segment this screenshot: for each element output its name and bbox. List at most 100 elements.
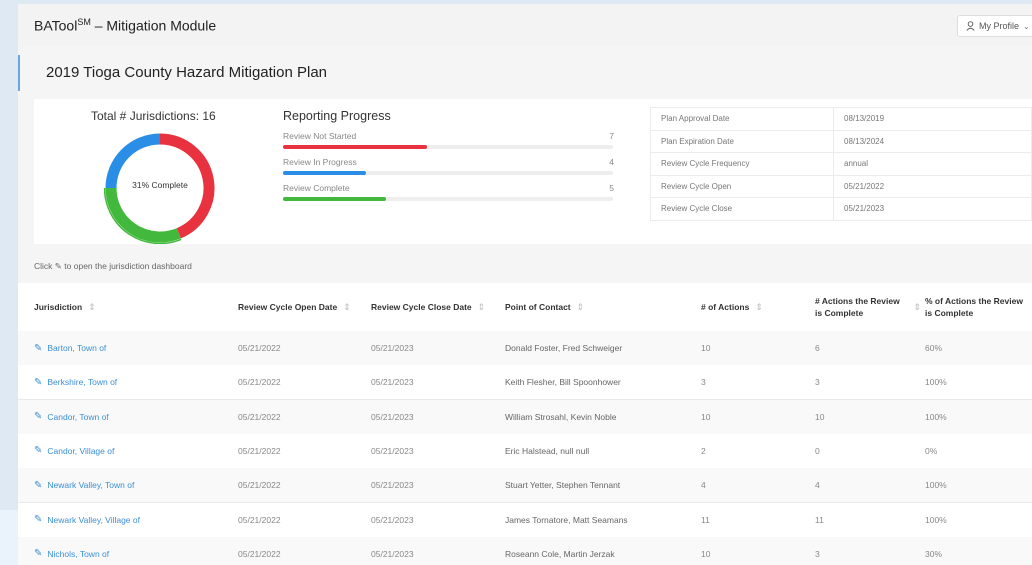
col-num-actions[interactable]: # of Actions ⇕ [701, 283, 801, 331]
pencil-icon: ✎ [54, 261, 62, 271]
my-profile-button[interactable]: My Profile ⌄ [957, 15, 1032, 37]
num-actions-text: 4 [701, 480, 706, 491]
pencil-icon[interactable]: ✎ [34, 377, 42, 388]
table-header: Jurisdiction ⇕ Review Cycle Open Date ⇕ Re… [18, 283, 1032, 332]
actions-complete-text: 4 [815, 480, 820, 491]
col-pct-complete[interactable]: % of Actions the Review is Complete [925, 283, 1025, 331]
jurisdiction-link[interactable]: ✎ Berkshire, Town of [34, 365, 117, 399]
point-of-contact-text: Roseann Cole, Martin Jerzak [505, 548, 615, 559]
jurisdiction-link-text: Newark Valley, Town of [47, 480, 135, 491]
pct-complete: 100% [925, 365, 947, 399]
review-close-date: 05/21/2023 [371, 331, 414, 365]
col-point-of-contact[interactable]: Point of Contact ⇕ [505, 283, 675, 331]
pct-complete: 100% [925, 468, 947, 502]
my-profile-label: My Profile [979, 21, 1020, 31]
actions-complete: 3 [815, 537, 820, 565]
point-of-contact-text: Keith Flesher, Bill Spoonhower [505, 377, 621, 388]
review-close-date-text: 05/21/2023 [371, 377, 414, 388]
num-actions: 10 [701, 400, 710, 434]
background-edge [0, 510, 18, 565]
actions-complete: 11 [815, 503, 824, 537]
pct-complete-text: 0% [925, 445, 938, 456]
actions-complete-text: 10 [815, 411, 825, 422]
col-review-open[interactable]: Review Cycle Open Date ⇕ [238, 283, 368, 331]
review-close-date-text: 05/21/2023 [371, 343, 414, 353]
plan-info-value: 08/13/2019 [833, 107, 1032, 131]
sort-icon: ⇕ [88, 302, 96, 312]
jurisdiction-link-text: Newark Valley, Village of [47, 514, 140, 525]
review-open-date-text: 05/21/2022 [238, 445, 281, 456]
pencil-icon[interactable]: ✎ [34, 480, 42, 491]
pencil-icon[interactable]: ✎ [34, 343, 42, 354]
num-actions: 10 [701, 331, 710, 365]
jurisdiction-link-text: Candor, Village of [47, 445, 115, 456]
progress-track [283, 171, 613, 175]
plan-info-key: Review Cycle Open [650, 175, 834, 198]
jurisdiction-link[interactable]: ✎ Newark Valley, Village of [34, 503, 140, 537]
progress-label: Review Complete [283, 183, 350, 193]
pct-complete-text: 100% [925, 514, 947, 525]
review-close-date-text: 05/21/2023 [371, 411, 414, 422]
app-title: BAToolSM – Mitigation Module [34, 17, 217, 34]
donut-segment [105, 187, 181, 243]
pct-complete: 30% [925, 537, 942, 565]
plan-info-value: 05/21/2022 [833, 175, 1032, 198]
review-close-date-text: 05/21/2023 [371, 548, 414, 559]
accent-line [18, 55, 20, 91]
pct-complete: 60% [925, 331, 942, 365]
jurisdiction-link[interactable]: ✎ Barton, Town of [34, 331, 106, 365]
review-open-date: 05/21/2022 [238, 400, 281, 434]
col-review-close[interactable]: Review Cycle Close Date ⇕ [371, 283, 491, 331]
pct-complete-text: 100% [925, 377, 947, 388]
actions-complete: 10 [815, 400, 824, 434]
num-actions: 10 [701, 537, 710, 565]
review-open-date: 05/21/2022 [238, 468, 281, 502]
actions-complete-text: 0 [815, 445, 820, 456]
review-open-date-text: 05/21/2022 [238, 411, 281, 422]
jurisdiction-link[interactable]: ✎ Nichols, Town of [34, 537, 109, 565]
num-actions: 11 [701, 503, 710, 537]
num-actions-text: 2 [701, 445, 706, 456]
progress-track [283, 197, 613, 201]
jurisdiction-link[interactable]: ✎ Candor, Village of [34, 434, 114, 468]
plan-info-key: Review Cycle Frequency [650, 152, 834, 176]
num-actions: 2 [701, 434, 706, 468]
actions-complete-text: 3 [815, 548, 820, 559]
pencil-icon[interactable]: ✎ [34, 514, 42, 525]
point-of-contact-text: Donald Foster, Fred Schweiger [505, 343, 623, 353]
jurisdiction-link[interactable]: ✎ Candor, Town of [34, 400, 109, 434]
pct-complete: 0% [925, 434, 937, 468]
review-open-date: 05/21/2022 [238, 331, 281, 365]
progress-count: 4 [609, 157, 614, 167]
actions-complete: 4 [815, 468, 820, 502]
progress-bar [283, 145, 428, 149]
plan-title: 2019 Tioga County Hazard Mitigation Plan [46, 64, 328, 81]
progress-label: Review In Progress [283, 157, 357, 167]
num-actions-text: 11 [701, 514, 710, 525]
sort-icon: ⇕ [755, 302, 763, 312]
col-actions-complete[interactable]: # Actions the Review is Complete ⇕ [815, 283, 921, 331]
pencil-icon[interactable]: ✎ [34, 445, 42, 456]
summary-card: Total # Jurisdictions: 16 31% Complete R… [34, 99, 1032, 244]
jurisdiction-link-text: Berkshire, Town of [47, 377, 118, 388]
point-of-contact-text: Stuart Yetter, Stephen Tennant [505, 480, 621, 491]
table-row: ✎ Barton, Town of 05/21/2022 05/21/2023 Dona… [18, 331, 1032, 366]
plan-info-value: 08/13/2024 [833, 130, 1032, 153]
jurisdiction-link[interactable]: ✎ Newark Valley, Town of [34, 468, 134, 502]
col-jurisdiction[interactable]: Jurisdiction ⇕ [34, 283, 224, 331]
user-icon [966, 21, 975, 31]
point-of-contact: Keith Flesher, Bill Spoonhower [505, 365, 621, 399]
actions-complete: 0 [815, 434, 820, 468]
plan-info-value: 05/21/2023 [833, 197, 1032, 221]
top-bar: BAToolSM – Mitigation Module My Profile … [18, 4, 1032, 48]
point-of-contact: Stuart Yetter, Stephen Tennant [505, 468, 620, 502]
pencil-icon[interactable]: ✎ [34, 411, 42, 422]
hint-text-after: to open the jurisdiction dashboard [64, 261, 192, 271]
progress-label: Review Not Started [283, 131, 357, 141]
pencil-icon[interactable]: ✎ [34, 548, 42, 559]
table-row: ✎ Candor, Town of 05/21/2022 05/21/2023 Will… [18, 399, 1032, 435]
plan-info-row: Review Cycle Close 05/21/2023 [650, 197, 1032, 221]
table-row: ✎ Candor, Village of 05/21/2022 05/21/2023 E… [18, 433, 1032, 469]
num-actions-text: 10 [701, 548, 711, 559]
review-close-date: 05/21/2023 [371, 468, 414, 502]
